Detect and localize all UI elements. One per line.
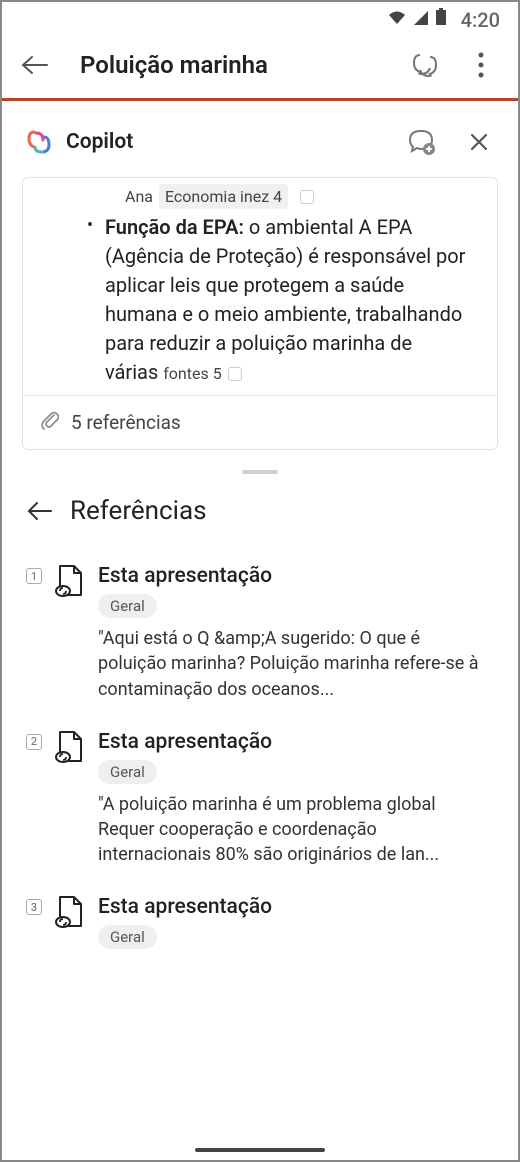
reference-number: 2 (26, 734, 42, 750)
copilot-response-card: Ana Economia inez 4 Função da EPA: o amb… (22, 177, 498, 450)
reference-source: Esta apresentação (98, 730, 486, 754)
reference-tag: Geral (98, 760, 157, 784)
attachment-icon (41, 410, 59, 435)
ref-chip[interactable] (300, 190, 314, 204)
references-title: Referências (70, 496, 207, 526)
copilot-title: Copilot (66, 130, 390, 154)
reference-number: 1 (26, 568, 42, 584)
reference-source: Esta apresentação (98, 895, 486, 919)
copilot-header-icon[interactable] (406, 46, 444, 84)
document-link-icon (54, 895, 84, 929)
wifi-icon (387, 8, 407, 32)
reference-item[interactable]: 1 Esta apresentação Geral "Aqui está o Q… (2, 550, 518, 716)
references-header: Referências (2, 488, 518, 550)
tag-a: Ana (125, 185, 153, 208)
more-options-icon[interactable] (462, 46, 500, 84)
references-back-button[interactable] (26, 498, 52, 524)
back-button[interactable] (20, 51, 48, 79)
document-link-icon (54, 730, 84, 764)
home-indicator[interactable] (195, 1148, 325, 1152)
status-bar: 4:20 (2, 2, 518, 36)
close-icon[interactable] (464, 127, 494, 157)
copilot-pane: Copilot Ana Economia inez 4 Função da EP… (2, 101, 518, 971)
reference-item[interactable]: 3 Esta apresentação Geral (2, 881, 518, 971)
response-bullet: Função da EPA: o ambiental A EPA (Agênci… (23, 213, 497, 387)
new-chat-icon[interactable] (404, 125, 438, 159)
reference-tag: Geral (98, 594, 157, 618)
source-count: fontes 5 (163, 362, 221, 385)
tag-b: Economia inez 4 (159, 184, 288, 209)
signal-icon (413, 8, 429, 32)
references-count: 5 referências (71, 411, 181, 434)
drag-handle[interactable] (242, 470, 278, 474)
app-header: Poluição marinha (2, 36, 518, 98)
bullet-heading: Função da EPA: (105, 215, 244, 239)
copilot-header: Copilot (2, 101, 518, 177)
bullet-body: o ambiental A EPA (Agência de Proteção) … (105, 215, 465, 384)
reference-number: 3 (26, 899, 42, 915)
document-link-icon (54, 564, 84, 598)
copilot-logo-icon (26, 129, 52, 155)
reference-excerpt: "Aqui está o Q &amp;A sugerido: O que é … (98, 626, 486, 702)
ref-chip[interactable] (228, 367, 242, 381)
references-footer[interactable]: 5 referências (23, 395, 497, 449)
reference-tag: Geral (98, 925, 157, 949)
battery-icon (435, 8, 447, 32)
page-title: Poluição marinha (66, 51, 388, 79)
reference-source: Esta apresentação (98, 564, 486, 588)
clock-time: 4:20 (461, 8, 500, 32)
reference-excerpt: "A poluição marinha é um problema global… (98, 792, 486, 868)
reference-item[interactable]: 2 Esta apresentação Geral "A poluição ma… (2, 716, 518, 882)
